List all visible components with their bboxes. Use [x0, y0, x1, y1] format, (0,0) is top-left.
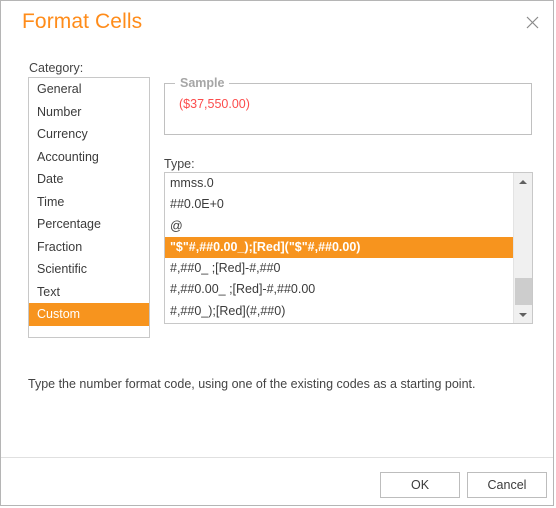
sample-legend: Sample — [175, 76, 230, 90]
format-cells-dialog: Format Cells Category: General Number Cu… — [0, 0, 554, 506]
type-list: mmss.0 ##0.0E+0 @ "$"#,##0.00_);[Red]("$… — [165, 173, 513, 322]
dialog-footer: OK Cancel — [1, 458, 553, 505]
category-item-custom[interactable]: Custom — [29, 303, 149, 326]
type-label: Type: — [164, 157, 195, 171]
dialog-title: Format Cells — [22, 10, 143, 33]
category-label: Category: — [29, 61, 84, 75]
category-item-fraction[interactable]: Fraction — [29, 236, 149, 259]
category-item-currency[interactable]: Currency — [29, 123, 149, 146]
sample-value: ($37,550.00) — [179, 97, 250, 111]
category-item-date[interactable]: Date — [29, 168, 149, 191]
type-item-selected[interactable]: "$"#,##0.00_);[Red]("$"#,##0.00) — [165, 236, 513, 259]
close-icon — [526, 16, 539, 29]
category-item-accounting[interactable]: Accounting — [29, 146, 149, 169]
type-item[interactable]: #,##0.00_ ;[Red]-#,##0.00 — [165, 279, 513, 300]
type-item[interactable]: #,##0_ ;[Red]-#,##0 — [165, 258, 513, 279]
scrollbar-thumb[interactable] — [515, 278, 532, 305]
category-item-general[interactable]: General — [29, 78, 149, 101]
category-listbox[interactable]: General Number Currency Accounting Date … — [28, 77, 150, 338]
type-item[interactable]: #,##0_);[Red](#,##0) — [165, 301, 513, 322]
type-item[interactable]: ##0.0E+0 — [165, 194, 513, 215]
category-item-text[interactable]: Text — [29, 281, 149, 304]
category-item-number[interactable]: Number — [29, 101, 149, 124]
dialog-titlebar: Format Cells — [1, 1, 553, 47]
type-item[interactable]: @ — [165, 216, 513, 237]
hint-text: Type the number format code, using one o… — [28, 377, 476, 391]
sample-group: Sample ($37,550.00) — [164, 76, 532, 135]
close-button[interactable] — [515, 7, 549, 37]
category-item-scientific[interactable]: Scientific — [29, 258, 149, 281]
ok-button[interactable]: OK — [380, 472, 460, 498]
type-listbox[interactable]: mmss.0 ##0.0E+0 @ "$"#,##0.00_);[Red]("$… — [164, 172, 533, 324]
type-item[interactable]: mmss.0 — [165, 173, 513, 194]
category-item-time[interactable]: Time — [29, 191, 149, 214]
scroll-up-arrow-icon[interactable] — [514, 173, 532, 190]
type-list-scrollbar[interactable] — [513, 173, 532, 323]
cancel-button[interactable]: Cancel — [467, 472, 547, 498]
scroll-down-arrow-icon[interactable] — [514, 306, 532, 323]
category-item-percentage[interactable]: Percentage — [29, 213, 149, 236]
